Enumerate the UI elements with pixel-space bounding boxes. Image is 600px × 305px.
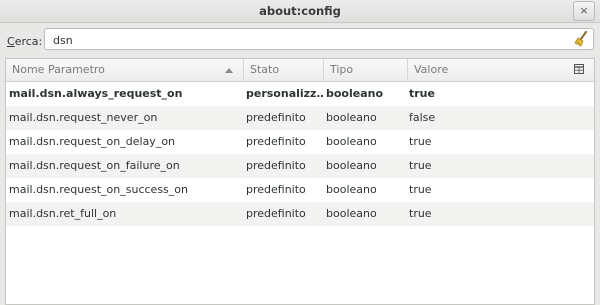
table-row[interactable]: mail.dsn.request_on_delay_on predefinito… [6,130,594,154]
table-header: Nome Parametro Stato Tipo Valore [6,59,594,82]
pref-value: true [409,207,432,220]
pref-type: booleano [326,135,377,148]
pref-state: predefinito [246,135,306,148]
pref-name: mail.dsn.request_never_on [9,111,158,124]
pref-value: true [409,183,432,196]
pref-type: booleano [326,183,377,196]
window-title: about:config [259,4,341,18]
column-type-label: Tipo [330,63,354,76]
pref-type: booleano [326,111,377,124]
pref-value: false [409,111,436,124]
column-name-label: Nome Parametro [12,63,105,76]
column-state-label: Stato [250,63,280,76]
table-row[interactable]: mail.dsn.request_never_on predefinito bo… [6,106,594,130]
column-header-state[interactable]: Stato [244,59,324,81]
close-icon: × [579,4,589,17]
pref-type: booleano [326,159,377,172]
table-row[interactable]: mail.dsn.request_on_failure_on predefini… [6,154,594,178]
table-row[interactable]: mail.dsn.request_on_success_on predefini… [6,178,594,202]
pref-state: personalizz… [246,87,324,100]
pref-state: predefinito [246,183,306,196]
search-label: Cerca: [7,35,42,48]
column-header-type[interactable]: Tipo [324,59,408,81]
pref-name: mail.dsn.request_on_success_on [9,183,188,196]
search-input[interactable]: dsn [44,28,594,50]
sort-ascending-icon [225,68,233,73]
column-value-label: Valore [414,63,449,76]
pref-state: predefinito [246,207,306,220]
search-label-mnemonic: C [7,35,15,48]
pref-name: mail.dsn.always_request_on [9,87,183,100]
pref-value: true [409,159,432,172]
pref-type: booleano [326,207,377,220]
column-picker-icon[interactable] [574,64,584,74]
preferences-table: Nome Parametro Stato Tipo Valore mail.ds… [5,58,595,305]
pref-name: mail.dsn.request_on_failure_on [9,159,180,172]
table-row[interactable]: mail.dsn.ret_full_on predefinito boolean… [6,202,594,226]
column-header-value[interactable]: Valore [408,59,568,81]
pref-state: predefinito [246,159,306,172]
close-button[interactable]: × [573,1,595,21]
pref-name: mail.dsn.ret_full_on [9,207,117,220]
pref-value: true [409,87,435,100]
search-input-value: dsn [53,34,73,47]
pref-value: true [409,135,432,148]
search-label-text: erca: [14,35,43,48]
pref-state: predefinito [246,111,306,124]
table-row[interactable]: mail.dsn.always_request_on personalizz… … [6,82,594,106]
pref-name: mail.dsn.request_on_delay_on [9,135,176,148]
title-bar: about:config × [0,0,600,23]
pref-type: booleano [326,87,384,100]
broom-icon[interactable] [573,31,589,47]
column-header-name[interactable]: Nome Parametro [6,59,244,81]
